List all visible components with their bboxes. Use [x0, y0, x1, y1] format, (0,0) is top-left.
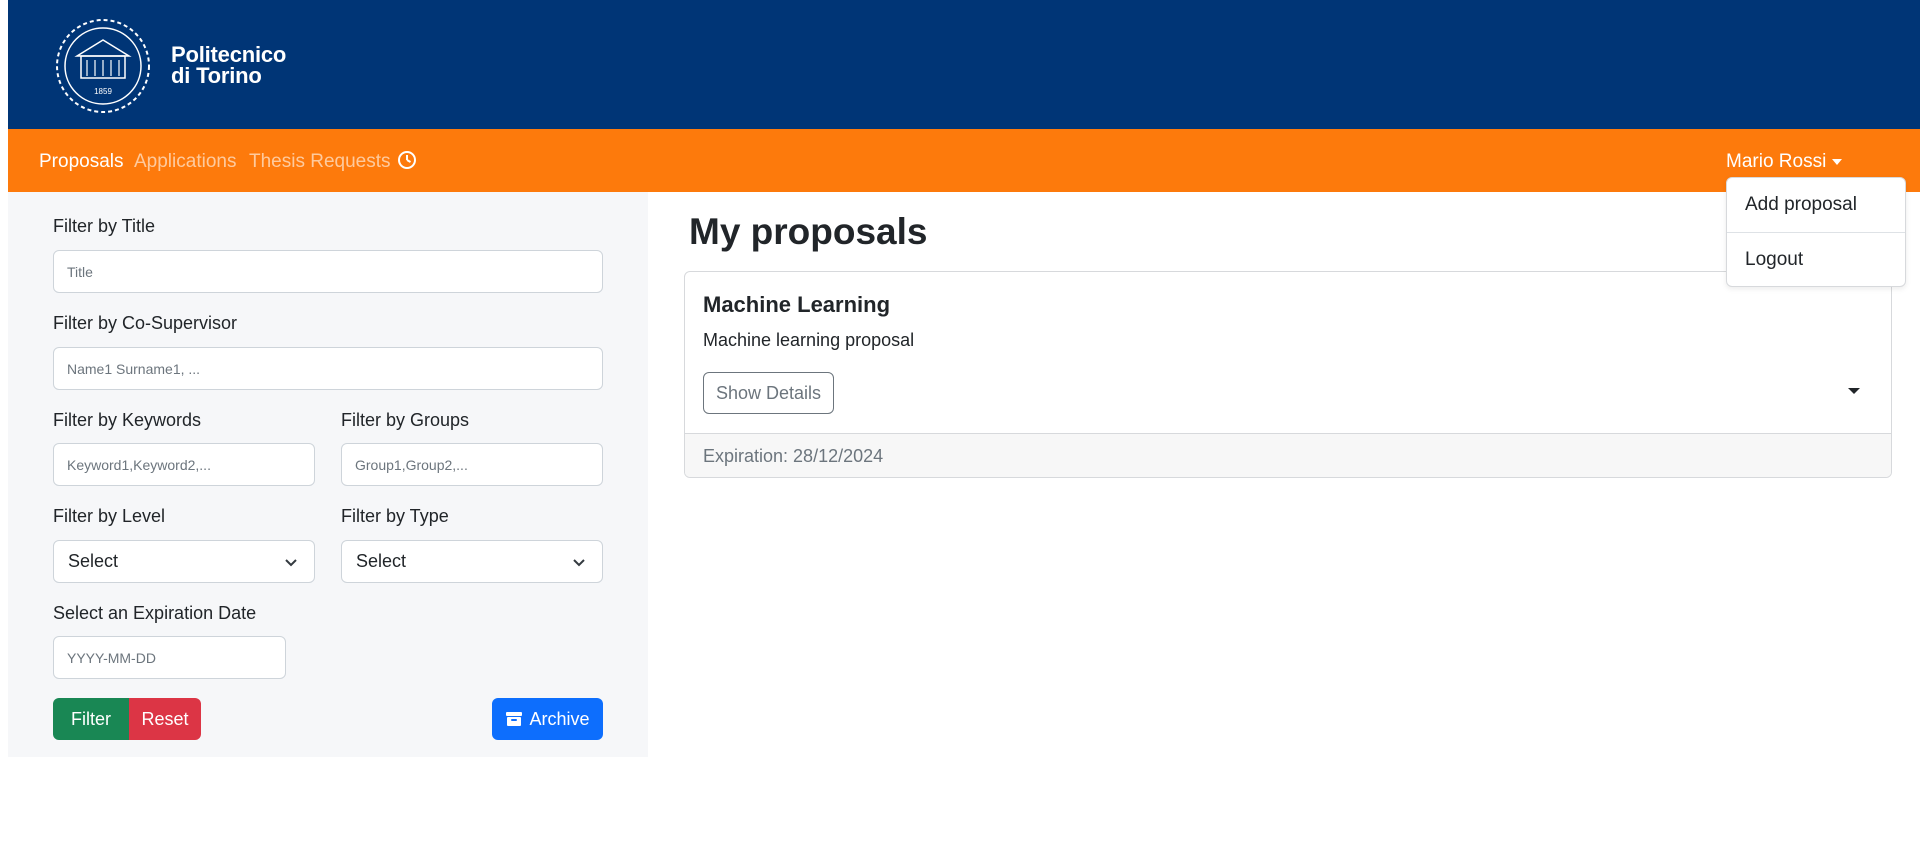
proposal-title: Machine Learning [703, 292, 891, 317]
nav-thesis-requests[interactable]: Thesis Requests [249, 151, 391, 173]
caret-down-icon[interactable] [1848, 388, 1860, 394]
filter-level-value: Select [68, 551, 119, 571]
filter-type-value: Select [356, 551, 407, 571]
chevron-down-icon [1832, 159, 1843, 165]
logo-text: Politecnico di Torino [171, 42, 287, 88]
clock-icon[interactable] [396, 149, 418, 171]
archive-button[interactable]: Archive [492, 698, 603, 740]
logo-line-2: di Torino [171, 63, 262, 88]
archive-box-icon [506, 712, 523, 726]
show-details-button[interactable]: Show Details [703, 372, 834, 414]
nav-proposals[interactable]: Proposals [39, 151, 124, 173]
user-dropdown-menu: Add proposal Logout [1726, 177, 1906, 287]
filter-keywords-input[interactable] [53, 443, 315, 486]
expiration-date-input[interactable] [53, 636, 286, 679]
reset-button[interactable]: Reset [129, 698, 201, 740]
filter-title-input[interactable] [53, 250, 603, 293]
proposal-expiration: Expiration: 28/12/2024 [685, 433, 1891, 477]
university-seal-icon: 1859 [56, 19, 150, 113]
filter-co-supervisor-label: Filter by Co-Supervisor [53, 313, 238, 333]
header-banner: 1859 Politecnico di Torino [8, 0, 1920, 129]
main-navbar: Proposals Applications Thesis Requests M… [8, 129, 1920, 192]
filter-groups-input[interactable] [341, 443, 603, 486]
chevron-down-icon [573, 559, 585, 567]
nav-applications[interactable]: Applications [134, 151, 236, 173]
filter-expiration-label: Select an Expiration Date [53, 603, 257, 623]
archive-button-label: Archive [529, 708, 590, 729]
proposal-description: Machine learning proposal [703, 330, 915, 350]
filter-level-label: Filter by Level [53, 506, 166, 526]
filter-co-supervisor-input[interactable] [53, 347, 603, 390]
user-name: Mario Rossi [1726, 151, 1827, 172]
chevron-down-icon [285, 559, 297, 567]
filter-button[interactable]: Filter [53, 698, 129, 740]
menu-item-logout[interactable]: Logout [1727, 233, 1905, 287]
filter-keywords-label: Filter by Keywords [53, 410, 202, 430]
filter-sidebar: Filter by Title Filter by Co-Supervisor … [8, 192, 648, 757]
filter-title-label: Filter by Title [53, 216, 156, 236]
page-title: My proposals [689, 211, 928, 252]
logo[interactable]: 1859 Politecnico di Torino [51, 14, 291, 116]
user-menu-toggle[interactable]: Mario Rossi [1726, 151, 1843, 173]
proposal-card: Machine Learning Machine learning propos… [684, 271, 1892, 478]
logo-year: 1859 [94, 87, 112, 96]
logo-line-1: Politecnico [171, 42, 287, 67]
filter-level-select[interactable]: Select [53, 540, 315, 583]
filter-type-select[interactable]: Select [341, 540, 603, 583]
filter-groups-label: Filter by Groups [341, 410, 470, 430]
filter-type-label: Filter by Type [341, 506, 449, 526]
menu-item-add-proposal[interactable]: Add proposal [1727, 178, 1905, 232]
